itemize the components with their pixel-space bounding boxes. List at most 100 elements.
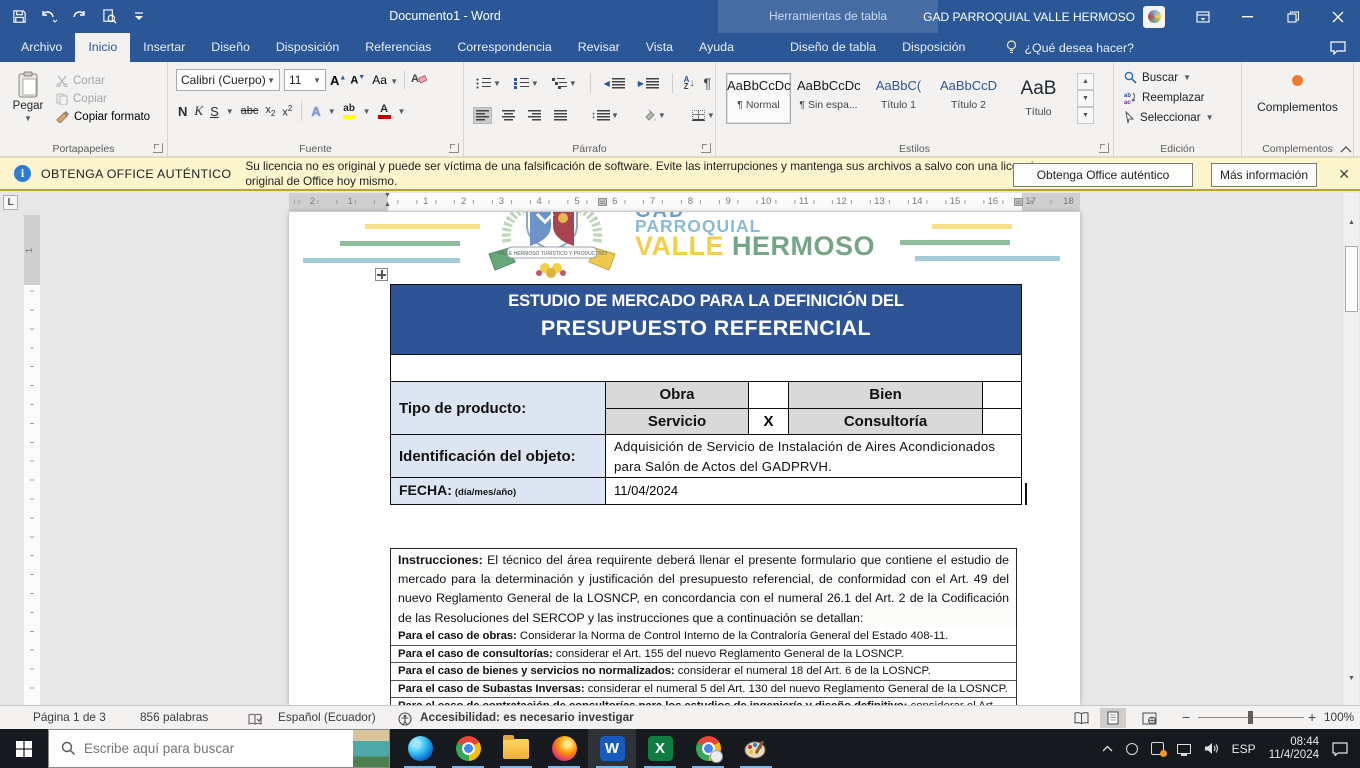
customize-qat-icon[interactable]	[126, 4, 152, 30]
consultoria-check-cell[interactable]	[983, 409, 1021, 434]
style-card[interactable]: AaBbCcDc ¶ Sin espa...	[796, 73, 861, 124]
style-card[interactable]: AaBbCcD Título 2	[936, 73, 1001, 124]
taskbar-clock[interactable]: 08:44 11/4/2024	[1269, 736, 1319, 762]
bold-button[interactable]: N	[178, 104, 187, 119]
taskbar-excel[interactable]: X	[636, 729, 684, 768]
tab-insertar[interactable]: Insertar	[130, 33, 198, 62]
strikethrough-button[interactable]: abc	[241, 105, 259, 117]
borders-button[interactable]: ▼	[690, 108, 717, 123]
undo-icon[interactable]	[36, 4, 62, 30]
caso-row[interactable]: Para el caso de contratación de consulto…	[391, 697, 1016, 705]
taskbar-paint[interactable]	[732, 729, 780, 768]
accessibility-status[interactable]: Accesibilidad: es necesario investigar	[420, 706, 634, 729]
search-highlight-image[interactable]	[353, 730, 389, 767]
identificacion-value-cell[interactable]: Adquisición de Servicio de Instalación d…	[606, 435, 1021, 477]
obra-check-cell[interactable]	[749, 382, 789, 408]
italic-button[interactable]: K	[194, 103, 203, 119]
highlight-button[interactable]: ab	[343, 104, 356, 119]
numbering-button[interactable]: ▼	[512, 76, 541, 91]
print-preview-icon[interactable]	[96, 4, 122, 30]
avatar[interactable]	[1143, 6, 1165, 28]
tab-revisar[interactable]: Revisar	[565, 33, 633, 62]
tab-vista[interactable]: Vista	[633, 33, 686, 62]
scroll-up-icon[interactable]: ▲	[1344, 215, 1359, 231]
select-button[interactable]: Seleccionar▼	[1124, 107, 1241, 127]
format-painter-button[interactable]: Copiar formato	[56, 111, 150, 123]
font-color-button[interactable]: A	[378, 104, 391, 119]
document-table[interactable]: ESTUDIO DE MERCADO PARA LA DEFINICIÓN DE…	[390, 284, 1022, 505]
style-card[interactable]: AaBbC( Título 1	[866, 73, 931, 124]
network-icon[interactable]	[1177, 744, 1191, 754]
more-info-button[interactable]: Más información	[1211, 163, 1317, 187]
text-effects-dropdown[interactable]: ▼	[328, 107, 336, 116]
cut-button[interactable]: Cortar	[56, 75, 150, 87]
caso-row[interactable]: Para el caso de obras: Considerar la Nor…	[391, 628, 1016, 645]
tab-correspondencia[interactable]: Correspondencia	[444, 33, 564, 62]
tab-archivo[interactable]: Archivo	[8, 33, 75, 62]
multilevel-list-button[interactable]: ▼	[550, 76, 579, 91]
taskbar-edge[interactable]	[396, 729, 444, 768]
hanging-indent-marker[interactable]: ▲	[384, 202, 391, 208]
servicio-check-cell[interactable]: X	[749, 409, 789, 434]
table-column-marker[interactable]	[598, 198, 607, 206]
bien-check-cell[interactable]	[983, 382, 1021, 408]
redo-icon[interactable]	[66, 4, 92, 30]
fecha-value-cell[interactable]: 11/04/2024	[606, 478, 1021, 504]
taskbar-firefox[interactable]	[540, 729, 588, 768]
font-name-combo[interactable]: Calibri (Cuerpo)▼	[176, 69, 280, 91]
subscript-button[interactable]: x2	[265, 104, 275, 118]
warning-close-icon[interactable]: ✕	[1338, 166, 1350, 182]
vertical-scrollbar[interactable]: ▲ ▼	[1342, 193, 1359, 705]
copy-button[interactable]: Copiar	[56, 93, 150, 105]
text-effects-button[interactable]: A	[311, 104, 320, 119]
word-count[interactable]: 856 palabras	[140, 706, 208, 729]
feedback-icon[interactable]	[1330, 33, 1346, 62]
shrink-font-button[interactable]: A▼	[350, 74, 365, 87]
tab-disposicion[interactable]: Disposición	[263, 33, 352, 62]
align-center-button[interactable]	[500, 108, 517, 123]
bullets-button[interactable]: ▼	[474, 76, 503, 91]
read-mode-icon[interactable]	[1068, 708, 1094, 728]
caso-row[interactable]: Para el caso de bienes y servicios no no…	[391, 662, 1016, 680]
styles-scrollbar[interactable]: ▲▼▼	[1077, 73, 1094, 124]
font-size-combo[interactable]: 11▼	[284, 69, 326, 91]
vertical-ruler[interactable]: 1	[24, 215, 40, 705]
zoom-slider-thumb[interactable]	[1248, 711, 1253, 724]
tell-me-box[interactable]: ¿Qué desea hacer?	[1006, 33, 1134, 62]
collapse-ribbon-icon[interactable]	[1340, 140, 1352, 148]
tab-selector[interactable]: L	[3, 195, 18, 210]
instructions-box[interactable]: Instrucciones: El técnico del área requi…	[390, 548, 1017, 631]
caso-row[interactable]: Para el caso de Subastas Inversas: consi…	[391, 680, 1016, 698]
scrollbar-thumb[interactable]	[1345, 246, 1358, 312]
increase-indent-button[interactable]: ▶	[636, 76, 661, 91]
caso-row[interactable]: Para el caso de consultorías: considerar…	[391, 645, 1016, 663]
tab-diseno[interactable]: Diseño	[198, 33, 263, 62]
ribbon-display-options-icon[interactable]	[1180, 0, 1225, 33]
line-spacing-button[interactable]: ↕▼	[591, 110, 619, 121]
page-indicator[interactable]: Página 1 de 3	[33, 706, 106, 729]
tab-referencias[interactable]: Referencias	[352, 33, 444, 62]
superscript-button[interactable]: x2	[282, 104, 292, 119]
tray-sync-icon[interactable]	[1151, 742, 1164, 755]
minimize-button[interactable]	[1225, 0, 1270, 33]
web-layout-icon[interactable]	[1136, 708, 1162, 728]
replace-button[interactable]: abac Reemplazar	[1124, 87, 1241, 107]
underline-dropdown[interactable]: ▼	[226, 107, 234, 116]
zoom-level[interactable]: 100%	[1324, 706, 1354, 729]
get-office-button[interactable]: Obtenga Office auténtico	[1013, 163, 1193, 187]
obra-cell[interactable]: Obra	[606, 382, 749, 408]
taskbar-word[interactable]: W	[588, 729, 636, 768]
sort-button[interactable]: AZ↓	[684, 76, 695, 90]
underline-button[interactable]: S	[210, 104, 219, 119]
close-button[interactable]	[1315, 0, 1360, 33]
language-indicator[interactable]: Español (Ecuador)	[278, 706, 376, 729]
save-icon[interactable]	[6, 4, 32, 30]
document-page[interactable]: VALLE HERMOSO TURISTICO Y PRODUCTIVO GAD…	[289, 212, 1080, 705]
start-button[interactable]	[0, 729, 48, 768]
taskbar-chrome-profile[interactable]	[684, 729, 732, 768]
bien-cell[interactable]: Bien	[789, 382, 983, 408]
print-layout-icon[interactable]	[1100, 708, 1126, 728]
search-input[interactable]	[84, 741, 353, 756]
tray-expand-icon[interactable]	[1102, 745, 1113, 752]
zoom-in-icon[interactable]: +	[1308, 706, 1316, 728]
